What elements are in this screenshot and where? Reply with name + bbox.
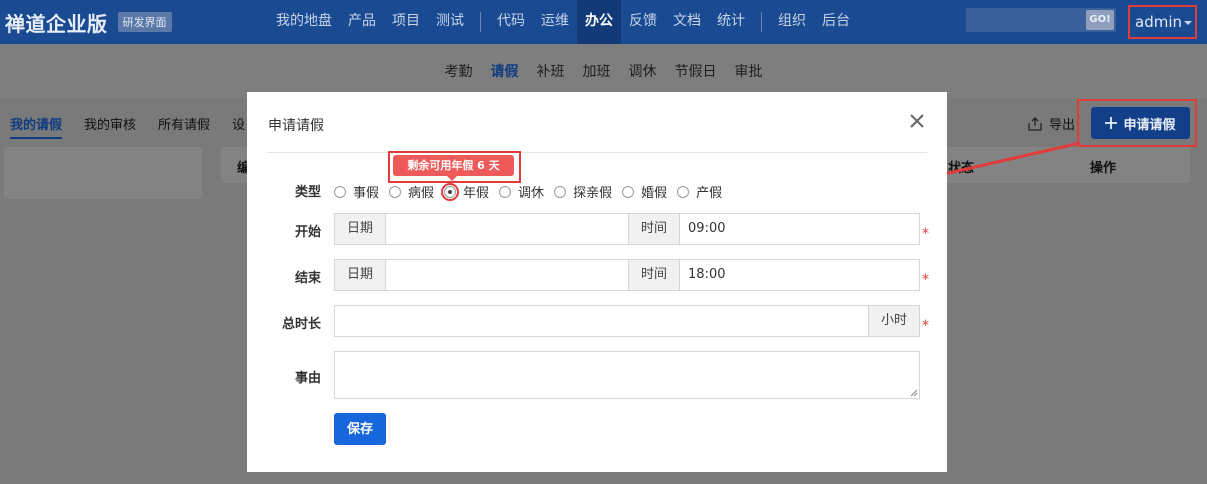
- nav-item-report[interactable]: 统计: [709, 0, 753, 44]
- apply-leave-modal: 申请请假 剩余可用年假 6 天 类型 事假 病假 年假 调休 探亲假 婚假 产假…: [247, 92, 947, 472]
- radio-icon: [499, 185, 512, 198]
- end-time-addon: 时间: [629, 260, 681, 290]
- subnav-item-makeup[interactable]: 补班: [528, 61, 574, 81]
- save-button[interactable]: 保存: [334, 413, 386, 445]
- export-label: 导出: [1049, 118, 1076, 133]
- nav-divider: [480, 12, 481, 32]
- subnav-item-attend[interactable]: 考勤: [436, 61, 482, 81]
- start-input-group: 日期 时间 09:00: [334, 213, 920, 245]
- export-button[interactable]: 导出: [1027, 114, 1075, 133]
- start-time-input[interactable]: 09:00: [680, 214, 919, 244]
- nav-divider: [761, 12, 762, 32]
- plus-icon: [1105, 117, 1118, 129]
- table-header-actions: 操作: [1090, 161, 1117, 176]
- export-icon: [1028, 116, 1042, 131]
- nav-item-admin[interactable]: 后台: [814, 0, 858, 44]
- leave-tabs: 我的请假 我的审核 所有请假 设: [10, 114, 245, 139]
- radio-type-annual[interactable]: 年假: [441, 182, 490, 201]
- radio-type-family[interactable]: 探亲假: [554, 182, 612, 201]
- end-time-input[interactable]: 18:00: [680, 260, 919, 290]
- subnav-item-holiday[interactable]: 节假日: [666, 61, 726, 81]
- reason-textarea[interactable]: [334, 351, 920, 399]
- modal-divider: [267, 152, 927, 153]
- nav-item-company[interactable]: 组织: [770, 0, 814, 44]
- duration-label: 总时长: [281, 317, 321, 332]
- start-time-addon: 时间: [629, 214, 681, 244]
- start-date-input[interactable]: [386, 214, 630, 244]
- subnav-item-overtime[interactable]: 加班: [574, 61, 620, 81]
- end-date-input[interactable]: [386, 260, 630, 290]
- side-panel: [4, 147, 202, 199]
- type-label: 类型: [294, 185, 321, 200]
- subnav-item-lieu[interactable]: 调休: [620, 61, 666, 81]
- nav-item-code[interactable]: 代码: [489, 0, 533, 44]
- start-date-addon: 日期: [335, 214, 387, 244]
- end-input-group: 日期 时间 18:00: [334, 259, 920, 291]
- duration-input-group: 小时: [334, 305, 920, 337]
- chevron-down-icon: [1184, 20, 1192, 25]
- duration-unit-addon: 小时: [867, 306, 919, 336]
- search-input[interactable]: GO!: [966, 8, 1116, 32]
- modal-title: 申请请假: [268, 118, 324, 134]
- nav-item-office[interactable]: 办公: [577, 0, 621, 44]
- required-mark: *: [922, 318, 929, 334]
- nav-item-my[interactable]: 我的地盘: [268, 0, 340, 44]
- subnav-item-approval[interactable]: 审批: [726, 61, 772, 81]
- radio-icon: [677, 185, 690, 198]
- nav-item-feedback[interactable]: 反馈: [621, 0, 665, 44]
- resize-handle-icon[interactable]: [910, 389, 918, 397]
- radio-type-marriage[interactable]: 婚假: [622, 182, 667, 201]
- close-icon[interactable]: [906, 110, 928, 132]
- main-nav: 我的地盘 产品 项目 测试 代码 运维 办公 反馈 文档 统计 组织 后台: [268, 0, 858, 44]
- tab-my-review[interactable]: 我的审核: [84, 114, 136, 139]
- radio-label: 婚假: [641, 186, 668, 201]
- radio-icon: [389, 185, 402, 198]
- apply-leave-label: 申请请假: [1123, 117, 1176, 133]
- radio-type-sick[interactable]: 病假: [389, 182, 434, 201]
- nav-item-qa[interactable]: 测试: [428, 0, 472, 44]
- radio-icon: [334, 185, 346, 198]
- nav-item-project[interactable]: 项目: [384, 0, 428, 44]
- duration-input[interactable]: [335, 306, 868, 336]
- brand-logo[interactable]: 禅道企业版: [5, 8, 108, 37]
- nav-item-product[interactable]: 产品: [340, 0, 384, 44]
- reason-label: 事由: [294, 371, 321, 386]
- radio-icon: [554, 185, 567, 198]
- radio-type-maternity[interactable]: 产假: [677, 182, 722, 201]
- search-go-button[interactable]: GO!: [1086, 10, 1114, 30]
- annual-leave-tooltip: 剩余可用年假 6 天: [393, 155, 514, 181]
- radio-label: 探亲假: [573, 186, 613, 201]
- radio-type-lieu[interactable]: 调休: [499, 182, 544, 201]
- tab-settings[interactable]: 设: [232, 114, 245, 139]
- nav-item-doc[interactable]: 文档: [665, 0, 709, 44]
- required-mark: *: [922, 272, 929, 288]
- start-label: 开始: [294, 225, 321, 240]
- radio-label: 事假: [353, 186, 380, 201]
- tab-my-leave[interactable]: 我的请假: [10, 114, 63, 139]
- user-menu[interactable]: admin: [1128, 5, 1197, 39]
- brand-tag[interactable]: 研发界面: [117, 12, 172, 32]
- radio-checked-icon: [441, 182, 460, 201]
- tab-all-leave[interactable]: 所有请假: [158, 114, 210, 139]
- nav-item-ops[interactable]: 运维: [533, 0, 577, 44]
- user-name: admin: [1135, 13, 1182, 31]
- radio-icon: [622, 185, 635, 198]
- radio-label: 调休: [518, 186, 545, 201]
- radio-label: 年假: [463, 186, 490, 201]
- subnav-item-leave[interactable]: 请假: [482, 61, 528, 81]
- required-mark: *: [922, 226, 929, 242]
- apply-leave-button[interactable]: 申请请假: [1091, 107, 1190, 139]
- end-label: 结束: [294, 271, 321, 286]
- radio-label: 产假: [696, 186, 723, 201]
- top-header: 禅道企业版 研发界面 我的地盘 产品 项目 测试 代码 运维 办公 反馈 文档 …: [0, 0, 1207, 44]
- radio-type-personal[interactable]: 事假: [334, 182, 379, 201]
- leave-type-radio-group: 事假 病假 年假 调休 探亲假 婚假 产假: [334, 182, 732, 201]
- sub-nav: 考勤 请假 补班 加班 调休 节假日 审批: [0, 44, 1207, 98]
- radio-label: 病假: [408, 186, 435, 201]
- end-date-addon: 日期: [335, 260, 387, 290]
